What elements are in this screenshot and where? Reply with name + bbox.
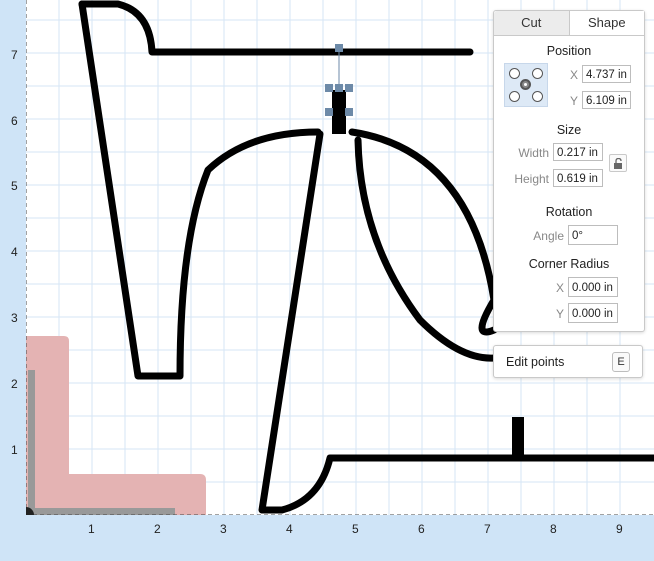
height-label: Height bbox=[514, 172, 549, 186]
handle-tr bbox=[345, 84, 353, 92]
corner-y-field[interactable]: 0.000 in bbox=[568, 303, 618, 323]
small-post-shape[interactable] bbox=[512, 417, 524, 459]
horizontal-ruler: 1 2 3 4 5 6 7 8 9 bbox=[0, 515, 654, 561]
anchor-center[interactable] bbox=[520, 79, 531, 90]
ruler-x-label: 4 bbox=[286, 522, 293, 536]
corner-radius-title: Corner Radius bbox=[528, 257, 610, 271]
ruler-y-label: 6 bbox=[11, 114, 18, 128]
ruler-y-label: 1 bbox=[11, 443, 18, 457]
tab-shape[interactable]: Shape bbox=[569, 11, 644, 35]
left-stem-shape bbox=[78, 0, 322, 380]
handle-mr bbox=[345, 108, 353, 116]
tab-cut[interactable]: Cut bbox=[494, 11, 570, 35]
anchor-top-right[interactable] bbox=[532, 68, 543, 79]
rotation-title: Rotation bbox=[545, 205, 593, 219]
ruler-y-label: 3 bbox=[11, 311, 18, 325]
ruler-x-label: 9 bbox=[616, 522, 623, 536]
position-y-label: Y bbox=[569, 94, 578, 108]
anchor-bottom-left[interactable] bbox=[509, 91, 520, 102]
panel-tabs: Cut Shape bbox=[494, 11, 644, 36]
corner-x-field[interactable]: 0.000 in bbox=[568, 277, 618, 297]
ruler-x-label: 6 bbox=[418, 522, 425, 536]
ruler-y-label: 7 bbox=[11, 48, 18, 62]
width-field[interactable]: 0.217 in bbox=[553, 143, 603, 161]
ruler-y-label: 4 bbox=[11, 245, 18, 259]
edit-points-button[interactable]: Edit points E bbox=[493, 345, 643, 378]
size-title: Size bbox=[556, 123, 582, 137]
edit-points-shortcut: E bbox=[612, 352, 630, 372]
ruler-x-label: 8 bbox=[550, 522, 557, 536]
rotate-handle bbox=[335, 44, 343, 52]
anchor-top-left[interactable] bbox=[509, 68, 520, 79]
position-title: Position bbox=[546, 44, 592, 58]
shape-properties-panel: Cut Shape Position X 4.737 in Y 6.109 in… bbox=[493, 10, 645, 332]
handle-tl bbox=[325, 84, 333, 92]
position-x-field[interactable]: 4.737 in bbox=[582, 65, 631, 83]
ruler-x-label: 2 bbox=[154, 522, 161, 536]
anchor-picker[interactable] bbox=[504, 63, 548, 107]
aspect-lock-button[interactable] bbox=[609, 154, 627, 172]
ruler-y-label: 2 bbox=[11, 377, 18, 391]
width-label: Width bbox=[518, 146, 549, 160]
position-y-field[interactable]: 6.109 in bbox=[582, 91, 631, 109]
corner-x-label: X bbox=[555, 281, 564, 295]
ruler-y-label: 5 bbox=[11, 179, 18, 193]
top-hook bbox=[78, 0, 474, 56]
anchor-bottom-right[interactable] bbox=[532, 91, 543, 102]
corner-y-label: Y bbox=[555, 307, 564, 321]
handle-tm bbox=[335, 84, 343, 92]
ruler-x-label: 7 bbox=[484, 522, 491, 536]
handle-ml bbox=[325, 108, 333, 116]
ruler-x-label: 1 bbox=[88, 522, 95, 536]
unlock-icon bbox=[614, 157, 622, 169]
vertical-ruler: 7 6 5 4 3 2 1 bbox=[0, 0, 26, 561]
ruler-x-label: 5 bbox=[352, 522, 359, 536]
position-x-label: X bbox=[569, 68, 578, 82]
height-field[interactable]: 0.619 in bbox=[553, 169, 603, 187]
inner-arch bbox=[354, 136, 498, 362]
angle-label: Angle bbox=[533, 229, 564, 243]
ruler-x-label: 3 bbox=[220, 522, 227, 536]
selected-rect-shape[interactable] bbox=[332, 90, 346, 134]
angle-field[interactable]: 0° bbox=[568, 225, 618, 245]
edit-points-label: Edit points bbox=[506, 355, 565, 369]
